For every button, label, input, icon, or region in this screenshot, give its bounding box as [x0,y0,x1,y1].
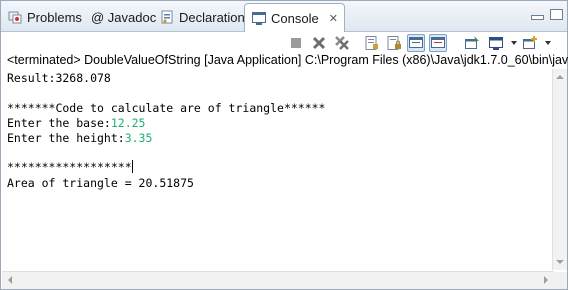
minimize-button[interactable] [531,15,544,20]
tab-javadoc[interactable]: @ Javadoc [91,4,156,30]
maximize-button[interactable] [550,9,563,20]
console-output[interactable]: Result:3268.078 *******Code to calculate… [2,69,554,270]
scroll-down-icon[interactable] [556,260,564,264]
stdin-text: 12.25 [110,116,146,130]
problems-icon [7,9,23,25]
scroll-up-icon[interactable] [556,75,564,79]
chevron-down-icon[interactable] [539,34,557,52]
console-toolbar [1,32,567,54]
remove-all-terminated-icon[interactable] [333,34,351,52]
launch-status-label: <terminated> DoubleValueOfString [Java A… [7,53,568,67]
tab-console[interactable]: Console ✕ [244,3,345,32]
console-view: Problems @ Javadoc Declaration Console ✕ [0,0,568,290]
horizontal-scrollbar[interactable] [2,271,554,289]
pin-console-icon[interactable] [463,34,481,52]
prompt-text: Enter the height: [7,131,125,145]
show-console-on-stderr-icon[interactable] [429,34,447,52]
output-line: ****************** [7,160,133,175]
clear-console-icon[interactable] [363,34,381,52]
show-console-on-stdout-icon[interactable] [407,34,425,52]
scrollbar-corner [553,272,567,289]
output-line: Result:3268.078 [7,71,111,85]
tab-label: Problems [27,9,82,25]
tab-problems[interactable]: Problems [7,4,82,30]
scroll-right-icon[interactable] [544,276,548,284]
text-caret [131,160,133,173]
view-tab-bar: Problems @ Javadoc Declaration Console ✕ [1,1,567,32]
vertical-scrollbar[interactable] [552,69,567,270]
tab-label: @ Javadoc [91,9,157,25]
output-line: Enter the height:3.35 [7,131,152,146]
output-line: *******Code to calculate are of triangle… [7,101,326,115]
declaration-icon [159,9,175,25]
tab-label: Console [271,10,319,26]
window-controls [531,9,563,20]
terminate-icon[interactable] [287,34,305,52]
scroll-left-icon[interactable] [8,276,12,284]
console-icon [251,10,267,26]
stdin-text: 3.35 [124,131,153,145]
display-selected-console-icon[interactable] [487,34,505,52]
tab-label: Declaration [179,9,245,25]
tab-declaration[interactable]: Declaration [159,4,245,30]
prompt-text: Enter the base: [7,116,111,130]
close-icon[interactable]: ✕ [329,12,338,25]
output-line: Area of triangle = 20.51875 [7,176,194,190]
separator-text: ****************** [7,160,132,174]
open-console-icon[interactable] [521,34,539,52]
scroll-lock-icon[interactable] [385,34,403,52]
output-line: Enter the base:12.25 [7,116,145,131]
remove-launch-icon[interactable] [310,34,328,52]
